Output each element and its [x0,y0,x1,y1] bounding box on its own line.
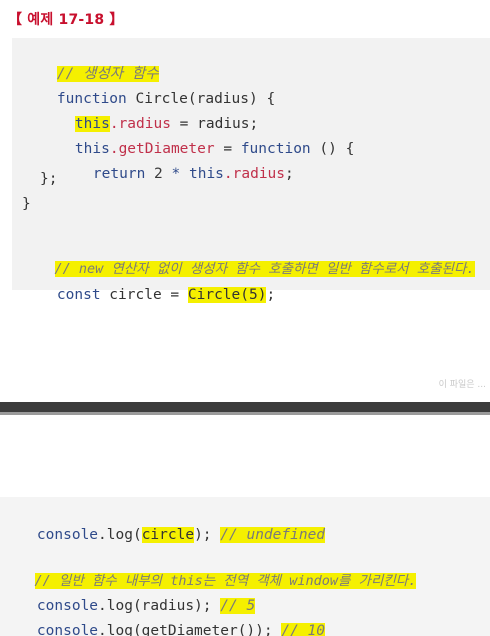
log-call: .log( [98,527,142,543]
faint-page-text: 이 파일은 ... [438,380,486,390]
example-title: 【 예제 17-18 】 [8,12,124,28]
declaration: circle = [100,287,188,303]
call-end: ); [194,527,221,543]
code-line-close-inner: }; [40,171,58,187]
semicolon: ; [266,287,276,303]
function-call: Circle(5) [187,287,267,303]
code-block-top: // 생성자 함수 function Circle(radius) { this… [12,38,490,303]
page-divider [0,402,490,412]
page-divider-shadow [0,412,490,415]
code-line-close-outer: } [22,196,31,212]
argument: circle [141,527,195,543]
code-block-bottom: console.log(circle); // undefined // 일반 … [0,497,490,636]
comment: // undefined [220,527,326,543]
semicolon: ; [285,166,294,182]
comment: // 10 [281,623,326,636]
console-object: console [36,623,99,636]
log-call: .log(getDiameter()); [98,623,282,636]
code-line-const-circle: const circle = Circle(5); [22,265,275,325]
function-open: () { [310,141,355,157]
keyword-return: return [92,166,146,182]
code-line-return: return 2 * this.radius; [58,144,294,204]
number: 2 [145,166,172,182]
operator: * [171,166,189,182]
keyword-const: const [56,287,101,303]
keyword-this: this [188,166,224,182]
console-object: console [36,527,99,543]
property: .radius [223,166,286,182]
code-line-log-getdiameter: console.log(getDiameter()); // 10 [2,601,326,636]
